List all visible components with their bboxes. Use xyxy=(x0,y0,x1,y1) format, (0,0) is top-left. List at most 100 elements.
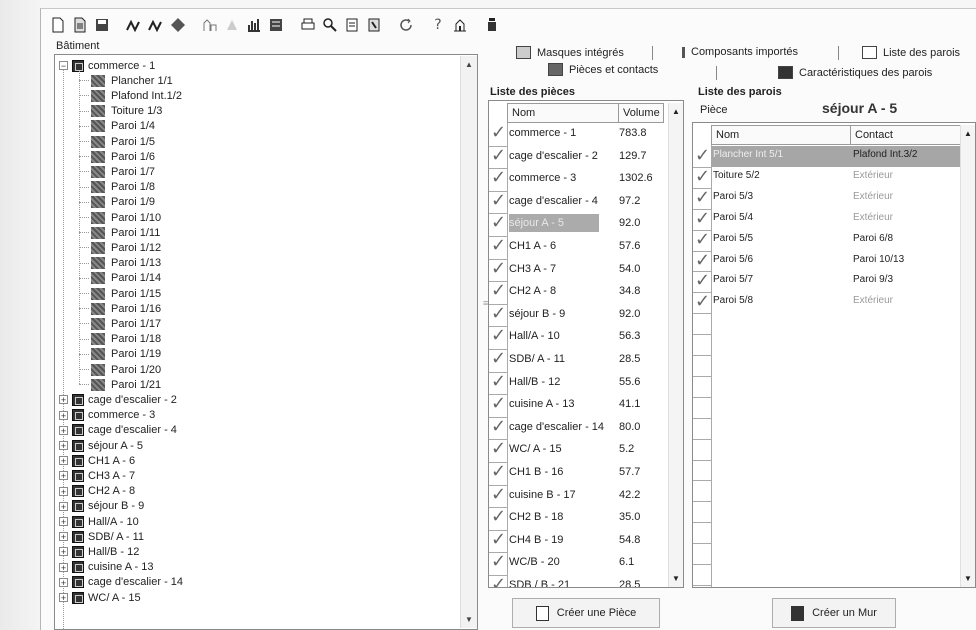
checkmark-icon[interactable]: ✓ xyxy=(491,529,507,550)
tree-node-child[interactable]: Paroi 1/5 xyxy=(91,134,155,149)
tree-node-child[interactable]: Paroi 1/20 xyxy=(91,362,161,377)
walls-col-name[interactable]: Nom xyxy=(711,125,851,145)
room-row[interactable]: ✓ commerce - 3 1302.6 xyxy=(489,168,683,190)
scroll-down-icon[interactable]: ▼ xyxy=(672,574,680,583)
room-row[interactable]: ✓ CH3 A - 7 54.0 xyxy=(489,258,683,281)
building-icon[interactable] xyxy=(450,15,470,35)
tree-node-child[interactable]: Paroi 1/12 xyxy=(91,240,161,255)
expand-icon[interactable]: + xyxy=(59,456,68,466)
tree-node-child[interactable]: Paroi 1/9 xyxy=(91,195,155,210)
checkmark-icon[interactable]: ✓ xyxy=(491,349,507,369)
wall-row[interactable]: ✓ Toiture 5/2 Extérieur xyxy=(693,166,975,188)
checkmark-icon[interactable]: ✓ xyxy=(695,271,711,291)
room-row[interactable]: ✓ WC/ A - 15 5.2 xyxy=(489,439,683,461)
checkmark-icon[interactable]: ✓ xyxy=(695,166,711,187)
export-icon[interactable] xyxy=(146,15,166,35)
tree-node-room[interactable]: + cuisine A - 13 xyxy=(59,560,153,575)
tree-node-room[interactable]: + Hall/A - 10 xyxy=(59,514,139,529)
room-row[interactable]: ✓ CH4 B - 19 54.8 xyxy=(489,529,683,552)
checkmark-icon[interactable]: ✓ xyxy=(491,462,507,482)
tree-node-room[interactable]: + commerce - 3 xyxy=(59,408,155,423)
room-row[interactable]: ✓ Hall/B - 12 55.6 xyxy=(489,371,683,394)
room-row[interactable]: ✓ CH2 A - 8 34.8 xyxy=(489,281,683,303)
search-icon[interactable] xyxy=(320,15,340,35)
tree-node-room[interactable]: + CH3 A - 7 xyxy=(59,468,135,483)
tab-pieces-contacts[interactable]: Pièces et contacts xyxy=(548,63,658,76)
room-row[interactable]: ✓ SDB / B - 21 28.5 xyxy=(489,575,683,588)
rooms-scrollbar[interactable]: ▲ ▼ xyxy=(668,103,683,587)
create-wall-button[interactable]: Créer un Mur xyxy=(772,598,896,628)
checkmark-icon[interactable]: ✓ xyxy=(491,303,507,324)
tree-node-child[interactable]: Plafond Int.1/2 xyxy=(91,88,182,103)
tree-node-child[interactable]: Paroi 1/6 xyxy=(91,149,155,164)
wall-row[interactable]: ✓ Plancher Int 5/1 Plafond Int.3/2 xyxy=(693,146,975,167)
room-row[interactable]: ✓ WC/B - 20 6.1 xyxy=(489,552,683,574)
wall-row[interactable]: ✓ Paroi 5/3 Extérieur xyxy=(693,187,975,209)
checkmark-icon[interactable]: ✓ xyxy=(695,208,711,229)
checkmark-icon[interactable]: ✓ xyxy=(491,326,507,346)
room-row[interactable]: ✓ cage d'escalier - 4 97.2 xyxy=(489,190,683,213)
print-icon[interactable] xyxy=(298,15,318,35)
save-icon[interactable] xyxy=(92,15,112,35)
wall-row[interactable]: ✓ Paroi 5/7 Paroi 9/3 xyxy=(693,271,975,292)
tree-node-child[interactable]: Paroi 1/8 xyxy=(91,180,155,195)
tree-node-room[interactable]: + SDB/ A - 11 xyxy=(59,529,144,544)
create-room-button[interactable]: Créer une Pièce xyxy=(512,598,660,628)
expand-icon[interactable]: + xyxy=(59,441,68,451)
scroll-up-icon[interactable]: ▲ xyxy=(672,107,680,116)
tree-node-room[interactable]: + séjour A - 5 xyxy=(59,438,143,453)
tree-node-child[interactable]: Paroi 1/15 xyxy=(91,286,161,301)
checkmark-icon[interactable]: ✓ xyxy=(491,236,507,256)
walls-scrollbar[interactable]: ▲ ▼ xyxy=(960,125,975,587)
checkmark-icon[interactable]: ✓ xyxy=(491,213,507,233)
tree-scrollbar[interactable]: ▲ ▼ xyxy=(460,56,477,628)
chart-icon[interactable] xyxy=(244,15,264,35)
scroll-down-icon[interactable]: ▼ xyxy=(964,574,972,583)
checkmark-icon[interactable]: ✓ xyxy=(491,190,507,211)
expand-icon[interactable]: + xyxy=(59,425,68,435)
tree-node-room[interactable]: + CH2 A - 8 xyxy=(59,484,135,499)
checkmark-icon[interactable]: ✓ xyxy=(491,258,507,279)
room-row[interactable]: ✓ cage d'escalier - 2 129.7 xyxy=(489,145,683,168)
tree-node-child[interactable]: Paroi 1/16 xyxy=(91,301,161,316)
tree-node-root[interactable]: − commerce - 1 xyxy=(59,58,155,73)
checkmark-icon[interactable]: ✓ xyxy=(695,187,711,208)
wall-row[interactable]: ✓ Paroi 5/6 Paroi 10/13 xyxy=(693,250,975,272)
scroll-up-icon[interactable]: ▲ xyxy=(465,60,473,69)
tree-node-child[interactable]: Paroi 1/7 xyxy=(91,164,155,179)
tree-node-child[interactable]: Paroi 1/17 xyxy=(91,316,161,331)
expand-icon[interactable]: + xyxy=(59,577,68,587)
expand-icon[interactable]: + xyxy=(59,410,68,420)
tree-node-child[interactable]: Paroi 1/4 xyxy=(91,119,155,134)
checkmark-icon[interactable]: ✓ xyxy=(491,575,507,588)
tree-node-child[interactable]: Plancher 1/1 xyxy=(91,73,173,88)
tab-liste-parois[interactable]: Liste des parois xyxy=(862,46,960,59)
checkmark-icon[interactable]: ✓ xyxy=(695,146,711,166)
tree-node-room[interactable]: + cage d'escalier - 2 xyxy=(59,392,177,407)
checkmark-icon[interactable]: ✓ xyxy=(491,123,507,143)
room-row[interactable]: ✓ séjour B - 9 92.0 xyxy=(489,303,683,326)
checkmark-icon[interactable]: ✓ xyxy=(491,484,507,505)
checkmark-icon[interactable]: ✓ xyxy=(491,552,507,572)
tree-node-child[interactable]: Paroi 1/21 xyxy=(91,377,161,392)
import-icon[interactable] xyxy=(124,15,144,35)
tree-node-child[interactable]: Toiture 1/3 xyxy=(91,104,162,119)
scroll-up-icon[interactable]: ▲ xyxy=(964,129,972,138)
expand-icon[interactable]: + xyxy=(59,471,68,481)
checkmark-icon[interactable]: ✓ xyxy=(491,168,507,188)
checkmark-icon[interactable]: ✓ xyxy=(695,292,711,312)
open-doc-icon[interactable] xyxy=(70,15,90,35)
room-row[interactable]: ✓ séjour A - 5 92.0 xyxy=(489,213,683,235)
rooms-col-name[interactable]: Nom xyxy=(507,103,619,123)
room-row[interactable]: ✓ CH1 B - 16 57.7 xyxy=(489,462,683,484)
expand-icon[interactable]: + xyxy=(59,547,68,557)
expand-icon[interactable]: + xyxy=(59,395,68,405)
tab-masques[interactable]: Masques intégrés xyxy=(516,46,624,59)
tab-caracteristiques[interactable]: Caractéristiques des parois xyxy=(778,66,932,79)
tree-node-room[interactable]: + cage d'escalier - 4 xyxy=(59,423,177,438)
tools-icon[interactable] xyxy=(482,15,502,35)
expand-icon[interactable]: + xyxy=(59,532,68,542)
checkmark-icon[interactable]: ✓ xyxy=(491,439,507,459)
checkmark-icon[interactable]: ✓ xyxy=(491,281,507,301)
room-row[interactable]: ✓ SDB/ A - 11 28.5 xyxy=(489,349,683,371)
